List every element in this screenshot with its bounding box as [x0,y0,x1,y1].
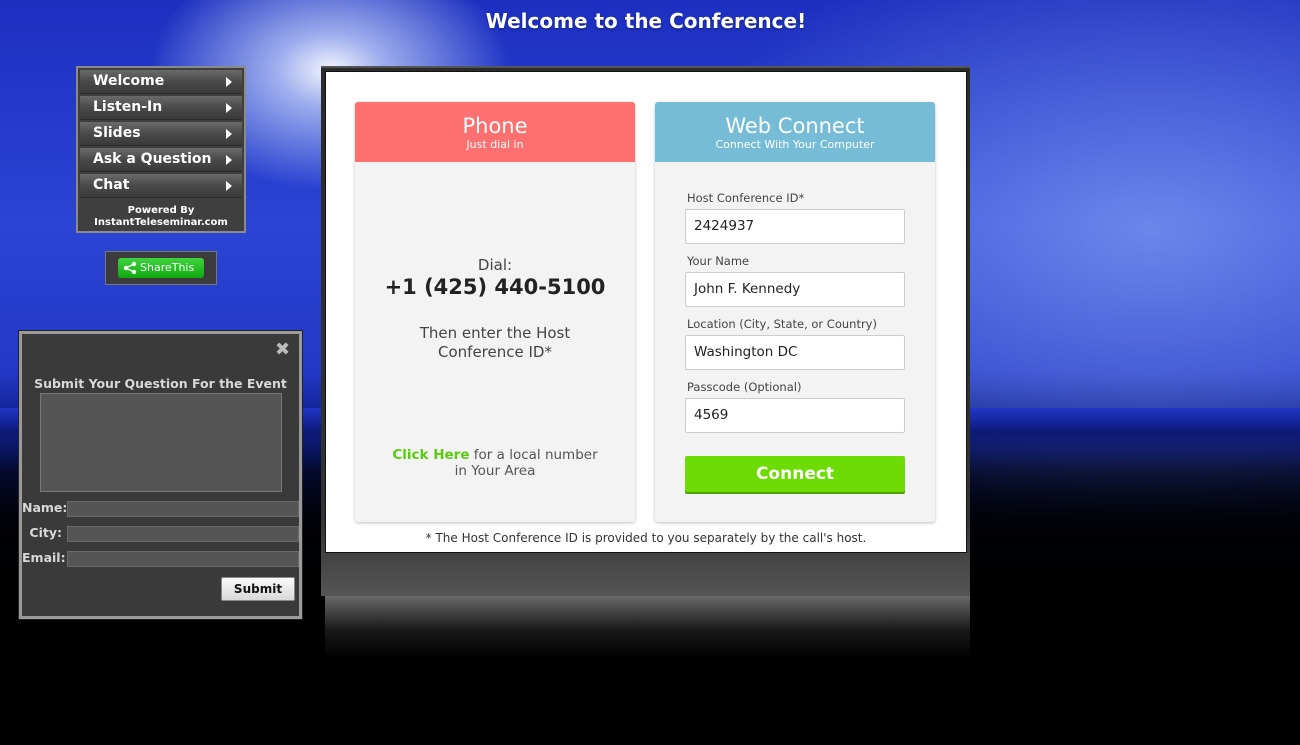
dial-note: Then enter the Host Conference ID* [395,324,595,362]
nav-item-slides[interactable]: Slides [80,122,242,146]
nav-item-label: Ask a Question [93,151,212,167]
your-name-label: Your Name [687,254,750,268]
submit-button[interactable]: Submit [221,577,295,601]
arrow-right-icon [226,103,232,113]
your-name-field[interactable]: John F. Kennedy [685,272,905,307]
nav-item-label: Slides [93,125,141,141]
passcode-field[interactable]: 4569 [685,398,905,433]
page-title: Welcome to the Conference! [485,9,807,33]
nav-item-label: Chat [93,177,130,193]
web-connect-title: Web Connect [725,114,865,138]
nav-item-welcome[interactable]: Welcome [80,70,242,94]
dial-note-line2: Conference ID* [438,343,552,361]
powered-by[interactable]: Powered By InstantTeleseminar.com [80,200,242,229]
share-icon [123,261,137,275]
dial-number: +1 (425) 440-5100 [384,275,606,299]
nav-item-label: Welcome [93,73,165,89]
phone-card: Phone Just dial in Dial: +1 (425) 440-51… [355,102,635,522]
web-connect-subtitle: Connect With Your Computer [715,138,875,151]
powered-by-line1: Powered By [127,205,195,216]
web-connect-header: Web Connect Connect With Your Computer [655,102,935,162]
side-nav: Welcome Listen-In Slides Ask a Question … [76,66,246,233]
close-icon[interactable]: ✖ [275,341,291,359]
location-field[interactable]: Washington DC [685,335,905,370]
arrow-right-icon [226,77,232,87]
nav-item-label: Listen-In [93,99,163,115]
phone-title: Phone [462,114,528,138]
main-frame: Phone Just dial in Dial: +1 (425) 440-51… [321,66,970,596]
footnote: * The Host Conference ID is provided to … [425,531,867,545]
share-label: ShareThis [140,261,195,274]
share-this-button[interactable]: ShareThis [118,258,204,278]
local-number-label: for a local number [473,447,598,463]
local-number-text: Click Here for a local number in Your Ar… [375,447,615,479]
name-label: Name: [22,500,68,515]
dial-label: Dial: [477,256,513,274]
dial-note-line1: Then enter the Host [419,324,571,342]
nav-item-chat[interactable]: Chat [80,174,242,198]
share-box: ShareThis [105,251,217,285]
city-label: City: [29,525,62,540]
nav-item-listen-in[interactable]: Listen-In [80,96,242,120]
main-content: Phone Just dial in Dial: +1 (425) 440-51… [325,71,967,553]
phone-header: Phone Just dial in [355,102,635,162]
arrow-right-icon [226,181,232,191]
web-connect-card: Web Connect Connect With Your Computer H… [655,102,935,522]
powered-by-line2: InstantTeleseminar.com [94,217,228,228]
question-textarea[interactable] [40,393,282,492]
host-id-field[interactable]: 2424937 [685,209,905,244]
arrow-right-icon [226,155,232,165]
frame-reflection [325,596,970,658]
passcode-label: Passcode (Optional) [687,380,802,394]
phone-subtitle: Just dial in [466,138,524,151]
email-label: Email: [22,550,66,565]
click-here-link[interactable]: Click Here [392,447,469,463]
host-id-label: Host Conference ID* [687,191,805,205]
email-field[interactable] [67,551,299,567]
city-field[interactable] [67,526,299,542]
question-panel: ✖ Submit Your Question For the Event Her… [18,330,303,620]
nav-item-ask-question[interactable]: Ask a Question [80,148,242,172]
location-label: Location (City, State, or Country) [687,317,877,331]
connect-button[interactable]: Connect [685,456,905,492]
arrow-right-icon [226,129,232,139]
name-field[interactable] [67,501,299,517]
local-area-label: in Your Area [454,463,536,479]
